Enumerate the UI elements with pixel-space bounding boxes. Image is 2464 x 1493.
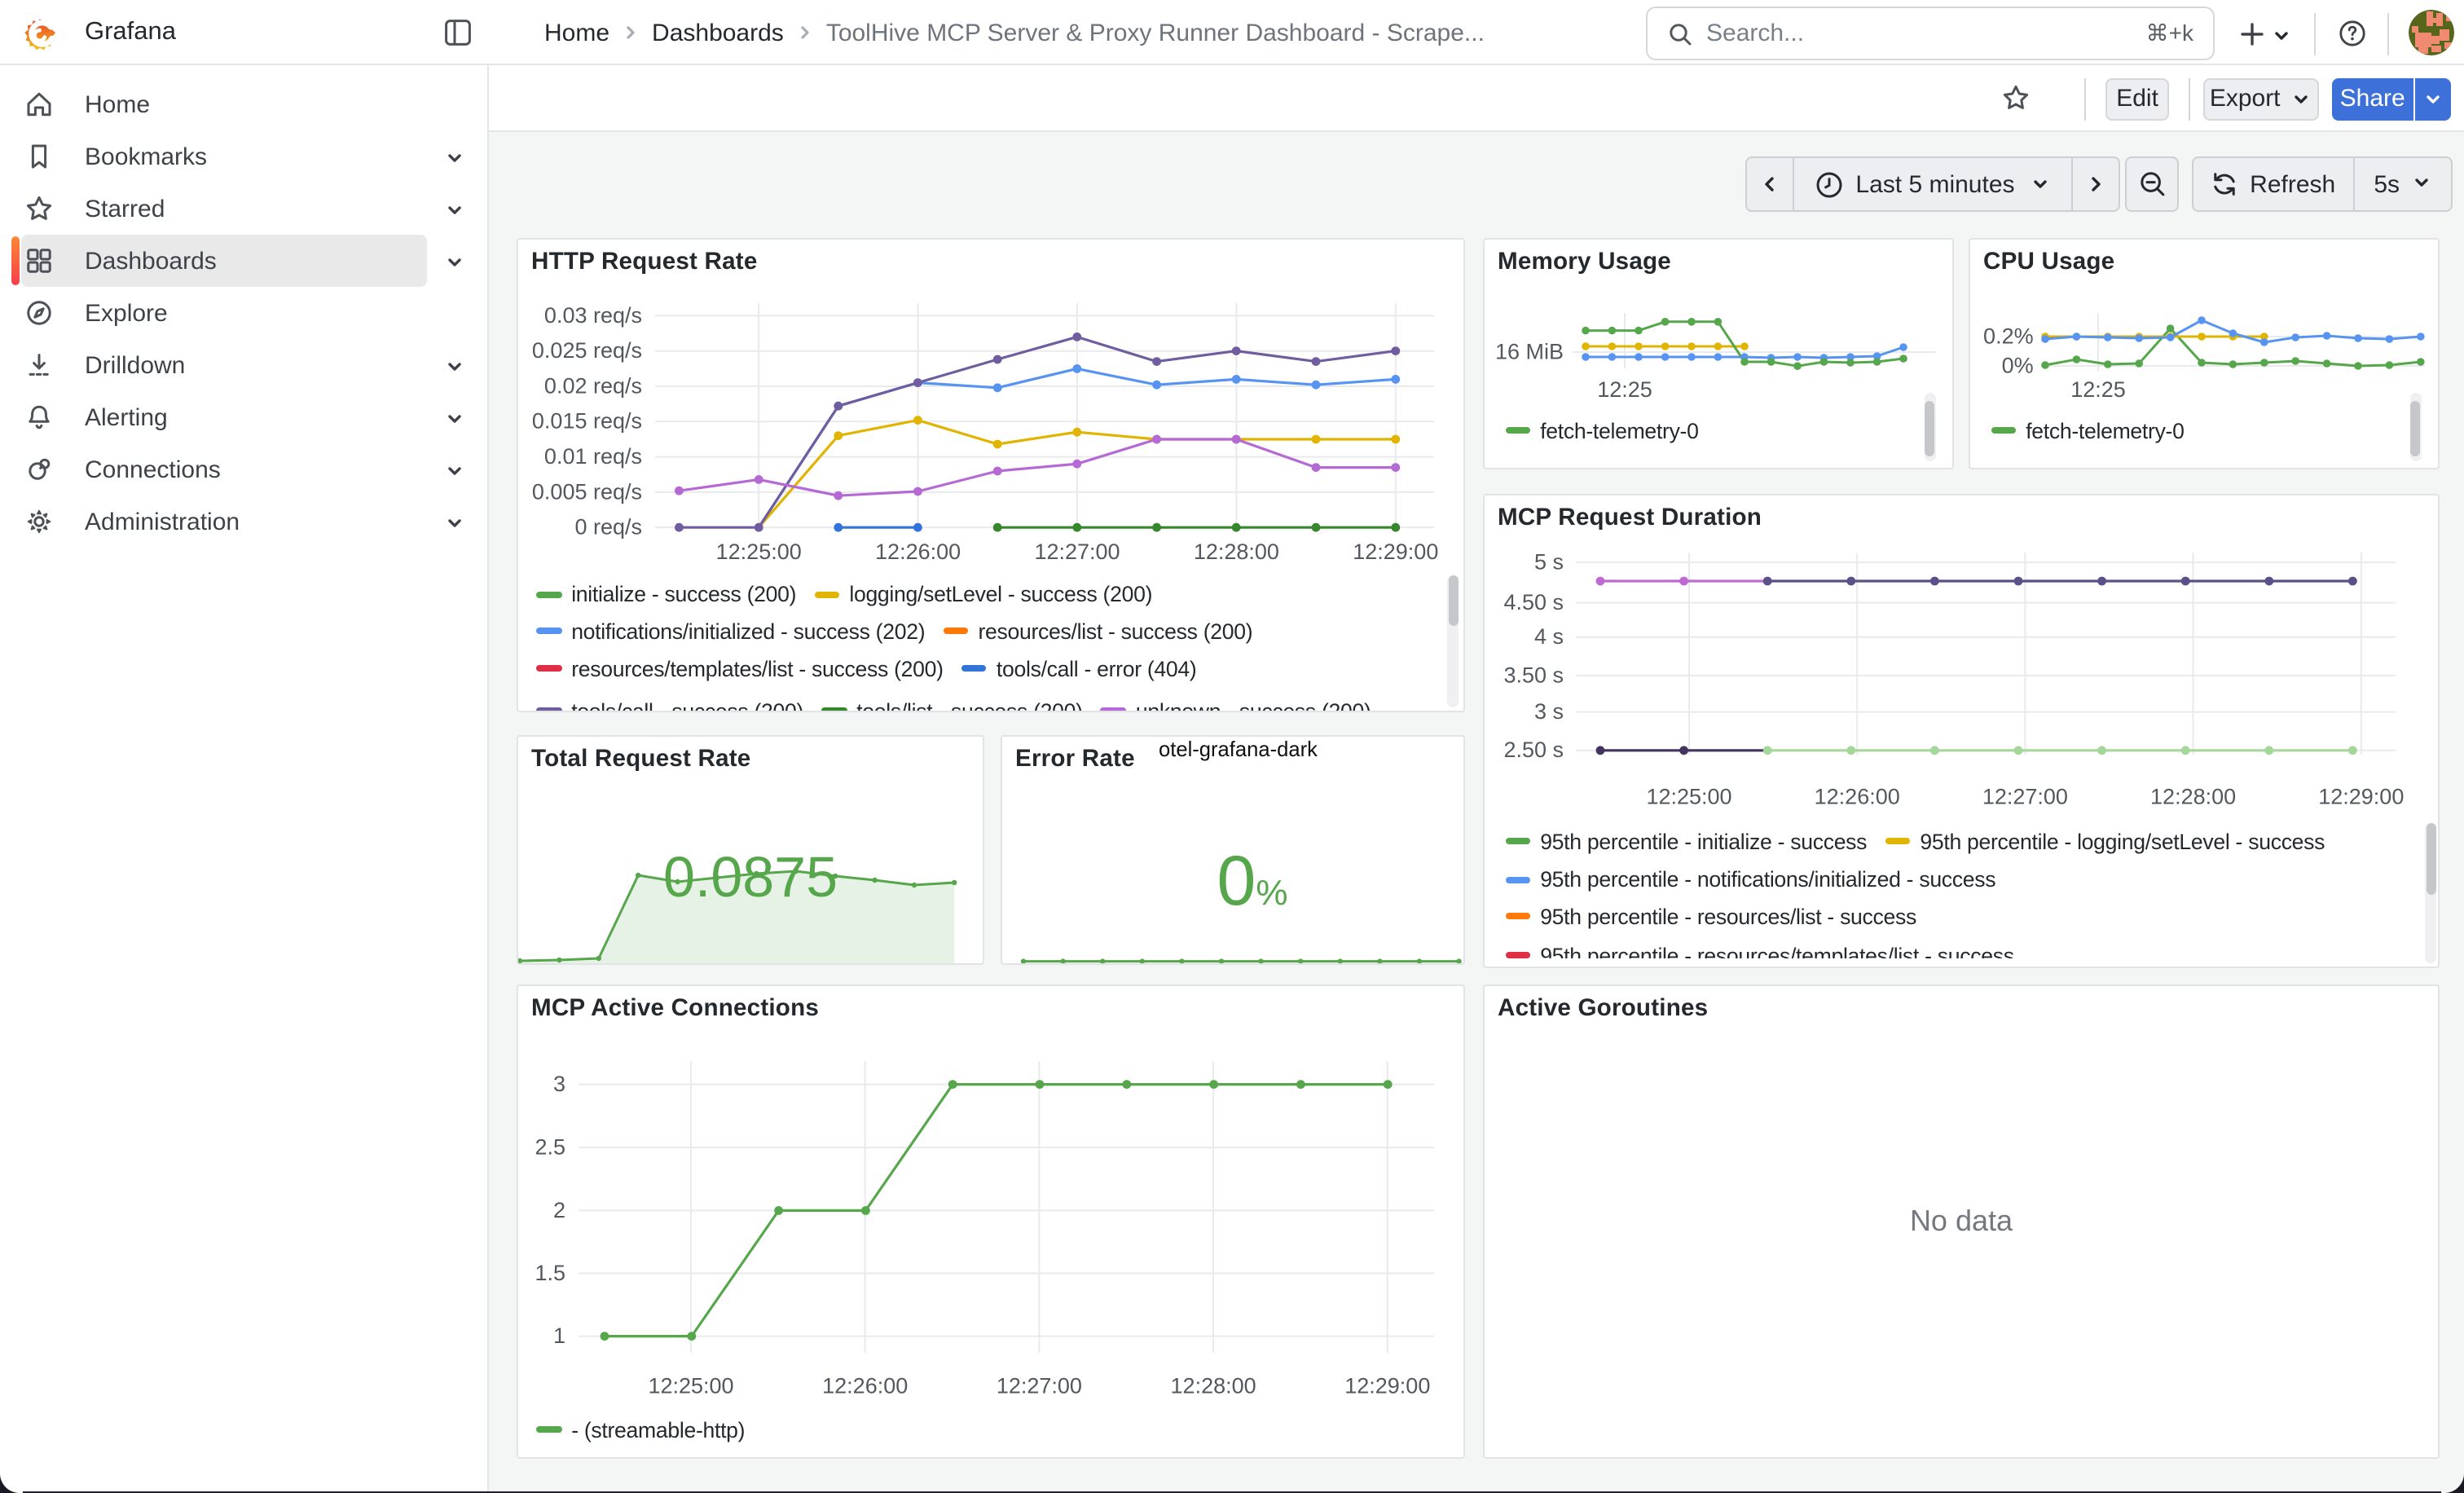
svg-text:4.50 s: 4.50 s bbox=[1503, 590, 1564, 614]
svg-text:1.5: 1.5 bbox=[535, 1261, 565, 1285]
svg-text:12:28:00: 12:28:00 bbox=[2150, 784, 2236, 808]
svg-text:12:29:00: 12:29:00 bbox=[2318, 784, 2404, 808]
svg-text:3: 3 bbox=[553, 1072, 565, 1096]
svg-text:12:25:00: 12:25:00 bbox=[716, 540, 802, 564]
svg-text:12:25:00: 12:25:00 bbox=[648, 1373, 733, 1398]
svg-text:12:28:00: 12:28:00 bbox=[1194, 540, 1279, 564]
svg-text:12:29:00: 12:29:00 bbox=[1344, 1373, 1430, 1398]
svg-text:12:28:00: 12:28:00 bbox=[1171, 1373, 1256, 1398]
svg-text:12:26:00: 12:26:00 bbox=[875, 540, 961, 564]
svg-text:12:27:00: 12:27:00 bbox=[1982, 784, 2068, 808]
svg-text:12:25:00: 12:25:00 bbox=[1646, 784, 1731, 808]
svg-text:0.02 req/s: 0.02 req/s bbox=[544, 373, 642, 398]
svg-text:0.01 req/s: 0.01 req/s bbox=[544, 444, 642, 469]
svg-text:0.03 req/s: 0.03 req/s bbox=[544, 303, 642, 328]
svg-text:2.50 s: 2.50 s bbox=[1503, 738, 1564, 762]
svg-text:0.2%: 0.2% bbox=[1983, 324, 2034, 348]
svg-text:0.015 req/s: 0.015 req/s bbox=[532, 409, 642, 434]
svg-text:12:26:00: 12:26:00 bbox=[822, 1373, 908, 1398]
svg-text:0 req/s: 0 req/s bbox=[574, 515, 642, 540]
svg-text:2: 2 bbox=[553, 1198, 565, 1222]
svg-text:12:25: 12:25 bbox=[1597, 377, 1652, 402]
svg-text:1: 1 bbox=[553, 1323, 565, 1348]
svg-text:4 s: 4 s bbox=[1534, 624, 1564, 649]
svg-text:12:29:00: 12:29:00 bbox=[1353, 540, 1438, 564]
svg-text:12:27:00: 12:27:00 bbox=[1034, 540, 1120, 564]
svg-text:16 MiB: 16 MiB bbox=[1495, 339, 1564, 363]
svg-text:12:27:00: 12:27:00 bbox=[997, 1373, 1082, 1398]
svg-text:0.005 req/s: 0.005 req/s bbox=[532, 479, 642, 504]
svg-text:12:25: 12:25 bbox=[2070, 377, 2126, 402]
svg-text:5 s: 5 s bbox=[1534, 549, 1564, 574]
svg-text:0%: 0% bbox=[2002, 353, 2034, 377]
svg-text:3.50 s: 3.50 s bbox=[1503, 663, 1564, 687]
svg-text:12:26:00: 12:26:00 bbox=[1815, 784, 1900, 808]
svg-text:3 s: 3 s bbox=[1534, 699, 1564, 724]
svg-text:2.5: 2.5 bbox=[535, 1134, 565, 1159]
svg-text:0.025 req/s: 0.025 req/s bbox=[532, 338, 642, 363]
